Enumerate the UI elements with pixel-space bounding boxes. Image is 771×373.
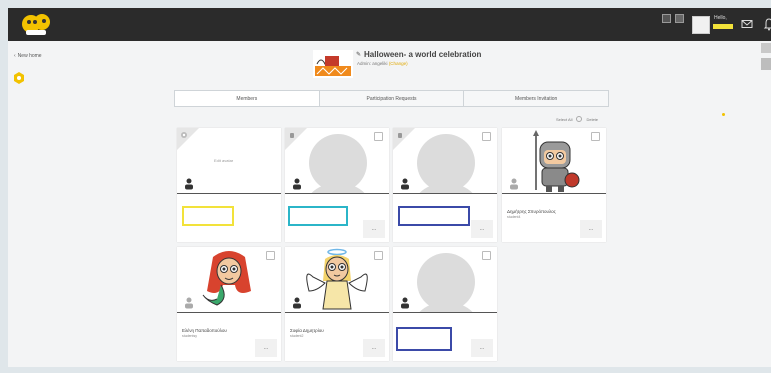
name-placeholder-box [398,206,470,226]
tab-members[interactable]: Members [175,91,320,106]
change-admin-link[interactable]: (Change) [389,61,408,66]
chevron-left-icon: ‹ [14,53,16,59]
hexagon-icon[interactable] [13,72,25,84]
member-photo [285,128,389,193]
name-placeholder-box [396,327,452,351]
member-username: studentsy [182,334,197,338]
group-title: ✎ Halloween- a world celebration [356,50,481,59]
person-icon [401,178,409,190]
card-divider [177,312,281,313]
member-photo [393,128,497,193]
member-card[interactable]: ... [285,128,389,242]
admin-prefix: Admin: [357,61,372,66]
member-photo [177,247,281,312]
hand-icon[interactable] [396,131,404,139]
frame-left [0,0,8,373]
card-divider [502,193,606,194]
frame-bottom [0,367,771,373]
edit-avatar-label[interactable]: Edit avatar [214,158,233,163]
default-avatar-body [411,303,481,312]
person-icon [293,178,301,190]
side-edit-icon[interactable] [761,58,771,70]
member-card[interactable]: Ελένη Παπαδοπούλου studentsy ... [177,247,281,361]
member-card[interactable]: ... [393,247,497,361]
notification-badge[interactable] [662,14,671,23]
member-card[interactable]: Σοφία Δημητρίου student2 ... [285,247,389,361]
hand-icon[interactable] [288,131,296,139]
member-photo: Edit avatar [177,128,281,193]
more-options-button[interactable]: ... [255,339,277,357]
name-placeholder-box [182,206,234,226]
member-name: Δημήτρης Σπυρόπουλος [507,209,556,214]
member-name: Ελένη Παπαδοπούλου [182,328,227,333]
card-divider [393,312,497,313]
gear-icon[interactable] [180,131,188,139]
member-card[interactable]: Edit avatar [177,128,281,242]
delete-link[interactable]: Delete [586,117,598,122]
group-admin: Admin: angeliki (Change) [357,61,408,66]
member-checkbox[interactable] [591,132,600,141]
edit-icon[interactable]: ✎ [356,51,361,58]
back-link[interactable]: ‹ New home [14,53,42,59]
member-checkbox[interactable] [374,132,383,141]
person-icon [185,178,193,190]
group-title-text: Halloween- a world celebration [364,50,482,59]
card-divider [285,312,389,313]
person-icon [293,297,301,309]
settings-badge[interactable] [675,14,684,23]
person-icon [401,297,409,309]
bell-icon[interactable] [763,17,771,31]
group-image [313,50,353,78]
username-bar[interactable] [713,24,733,29]
more-options-button[interactable]: ... [580,220,602,238]
member-username: student2 [290,334,304,338]
person-icon [185,297,193,309]
person-icon [510,178,518,190]
user-avatar[interactable] [692,16,710,34]
member-photo [393,247,497,312]
select-all-bar: Select All Delete [556,116,598,122]
back-label: New home [17,53,42,59]
member-checkbox[interactable] [482,132,491,141]
member-card[interactable]: Δημήτρης Σπυρόπουλος student4 ... [502,128,606,242]
admin-name: angeliki [372,61,388,66]
top-bar: Hello, [8,8,771,41]
side-icon-top[interactable] [761,43,771,53]
member-name: Σοφία Δημητρίου [290,328,324,333]
member-photo [502,128,606,193]
card-divider [177,193,281,194]
mail-icon[interactable] [741,18,753,30]
tabs: Members Participation Requests Members I… [174,90,609,107]
member-checkbox[interactable] [482,251,491,260]
tab-participation-requests[interactable]: Participation Requests [319,91,465,106]
member-username: student4 [507,215,521,219]
default-avatar-body [411,184,481,193]
name-placeholder-box [288,206,348,226]
more-options-button[interactable]: ... [363,220,385,238]
member-photo [285,247,389,312]
hello-text: Hello, [714,15,727,21]
delete-icon[interactable] [576,116,583,122]
yellow-dot [722,113,725,116]
tab-members-invitation[interactable]: Members Invitation [464,91,609,106]
more-options-button[interactable]: ... [471,339,493,357]
member-checkbox[interactable] [374,251,383,260]
frame-top [0,0,771,8]
card-divider [285,193,389,194]
default-avatar-body [303,184,373,193]
more-options-button[interactable]: ... [471,220,493,238]
card-divider [393,193,497,194]
select-all-link[interactable]: Select All [556,117,572,122]
logo-icon[interactable] [20,11,52,37]
more-options-button[interactable]: ... [363,339,385,357]
member-card[interactable]: ... [393,128,497,242]
member-checkbox[interactable] [266,251,275,260]
